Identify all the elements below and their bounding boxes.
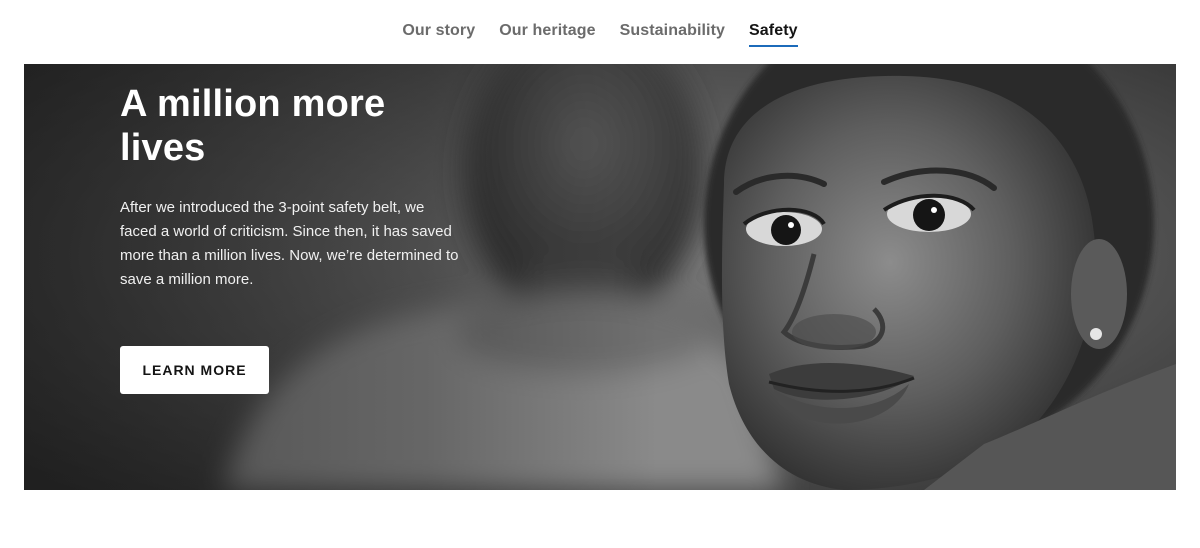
tab-sustainability[interactable]: Sustainability bbox=[620, 0, 725, 42]
learn-more-button[interactable]: LEARN MORE bbox=[120, 346, 269, 394]
page: Our story Our heritage Sustainability Sa… bbox=[0, 0, 1200, 548]
hero-title: A million more lives bbox=[120, 83, 386, 169]
tab-our-story[interactable]: Our story bbox=[402, 0, 475, 42]
hero-description: After we introduced the 3-point safety b… bbox=[120, 199, 459, 288]
hero-content: A million more lives After we introduced… bbox=[120, 82, 480, 292]
section-tabs: Our story Our heritage Sustainability Sa… bbox=[0, 0, 1200, 64]
tab-safety[interactable]: Safety bbox=[749, 0, 798, 47]
tab-our-heritage[interactable]: Our heritage bbox=[499, 0, 595, 42]
hero-banner: A million more lives After we introduced… bbox=[24, 64, 1176, 490]
